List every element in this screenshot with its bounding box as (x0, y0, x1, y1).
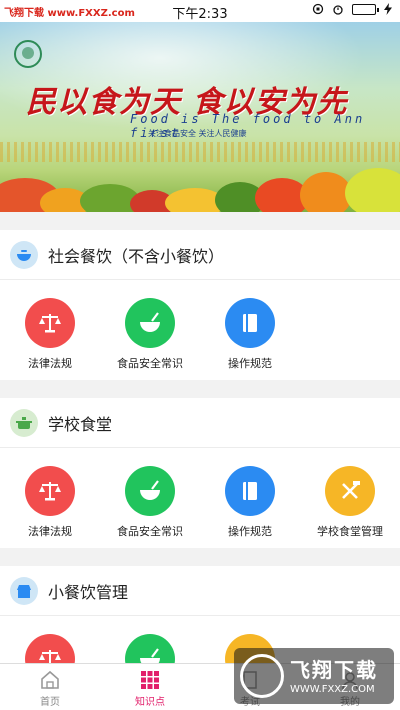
tab-label: 知识点 (135, 697, 165, 708)
item-food-safety-knowledge[interactable]: 食品安全常识 (100, 298, 200, 371)
item-laws-regulations[interactable]: 法律法规 (0, 466, 100, 539)
home-icon (41, 670, 59, 689)
section-header: 学校食堂 (0, 398, 400, 448)
item-label: 食品安全常识 (117, 357, 183, 370)
item-food-safety-knowledge[interactable]: 食品安全常识 (100, 466, 200, 539)
bowl-icon (10, 240, 38, 269)
item-school-canteen-management[interactable]: 学校食堂管理 (300, 466, 400, 539)
book-icon (225, 298, 275, 348)
watermark-title: 飞翔下载 (290, 658, 378, 682)
battery-icon (352, 3, 379, 15)
bowl-spoon-icon (125, 298, 175, 348)
tools-icon (325, 466, 375, 516)
app-screen: 飞翔下载 www.FXXZ.com 下午2:33 民以食为天 食以安为先 Foo… (0, 0, 400, 710)
banner-slogan-subtitle: 关注食品安全 关注人民健康 (148, 129, 247, 138)
scales-icon (25, 466, 75, 516)
tab-home[interactable]: 首页 (0, 664, 100, 710)
section-header: 小餐饮管理 (0, 566, 400, 616)
section-social-catering: 社会餐饮（不含小餐饮） 法律法规 食品安全常识 操作规范 (0, 230, 400, 380)
item-label: 法律法规 (28, 525, 72, 538)
charging-icon (384, 3, 392, 15)
pot-icon (10, 408, 38, 437)
book-icon (225, 466, 275, 516)
item-label: 操作规范 (228, 525, 272, 538)
watermark-overlay: 飞翔下载 WWW.FXXZ.COM (234, 648, 394, 704)
section-school-canteen: 学校食堂 法律法规 食品安全常识 操作规范 学校食堂管理 (0, 398, 400, 548)
grid-icon (141, 671, 159, 689)
item-label: 操作规范 (228, 357, 272, 370)
item-label: 学校食堂管理 (317, 525, 383, 538)
item-laws-regulations[interactable]: 法律法规 (0, 298, 100, 371)
tab-knowledge[interactable]: 知识点 (100, 664, 200, 710)
section-title: 学校食堂 (48, 414, 113, 434)
status-bar: 飞翔下载 www.FXXZ.com 下午2:33 (0, 0, 400, 22)
alarm-icon (333, 5, 343, 15)
orientation-lock-icon (312, 3, 324, 15)
section-title: 社会餐饮（不含小餐饮） (48, 246, 225, 266)
status-bar-indicators (312, 3, 392, 15)
watermark-url: WWW.FXXZ.COM (290, 684, 375, 695)
banner[interactable]: 民以食为天 食以安为先 Food is The food to Ann firs… (0, 22, 400, 212)
item-label: 法律法规 (28, 357, 72, 370)
section-title: 小餐饮管理 (48, 582, 129, 602)
shop-icon (10, 576, 38, 605)
scales-icon (25, 298, 75, 348)
item-label: 食品安全常识 (117, 525, 183, 538)
bowl-spoon-icon (125, 466, 175, 516)
section-header: 社会餐饮（不含小餐饮） (0, 230, 400, 280)
tab-label: 首页 (40, 697, 60, 708)
item-operation-standards[interactable]: 操作规范 (200, 298, 300, 371)
item-operation-standards[interactable]: 操作规范 (200, 466, 300, 539)
watermark-logo-icon (240, 654, 284, 698)
